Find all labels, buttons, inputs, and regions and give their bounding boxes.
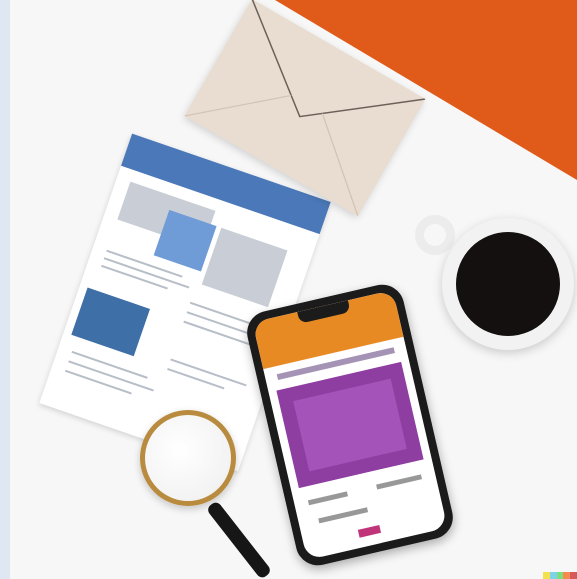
document-line bbox=[64, 369, 132, 395]
phone-purple-image bbox=[293, 378, 407, 472]
coffee-surface bbox=[456, 232, 560, 336]
phone-pink-button bbox=[357, 524, 382, 538]
mug-handle bbox=[415, 215, 455, 255]
document-block bbox=[201, 227, 288, 308]
phone-text-line bbox=[376, 474, 423, 490]
phone-text-line bbox=[307, 491, 348, 506]
coffee-mug-icon bbox=[442, 218, 574, 350]
document-blue-panel bbox=[71, 287, 150, 357]
color-strip bbox=[543, 572, 577, 579]
document-line bbox=[167, 367, 225, 390]
magnifying-glass-icon bbox=[140, 410, 236, 506]
phone-purple-panel bbox=[276, 361, 424, 489]
photo-canvas bbox=[10, 0, 577, 579]
phone-text-line bbox=[318, 507, 369, 524]
